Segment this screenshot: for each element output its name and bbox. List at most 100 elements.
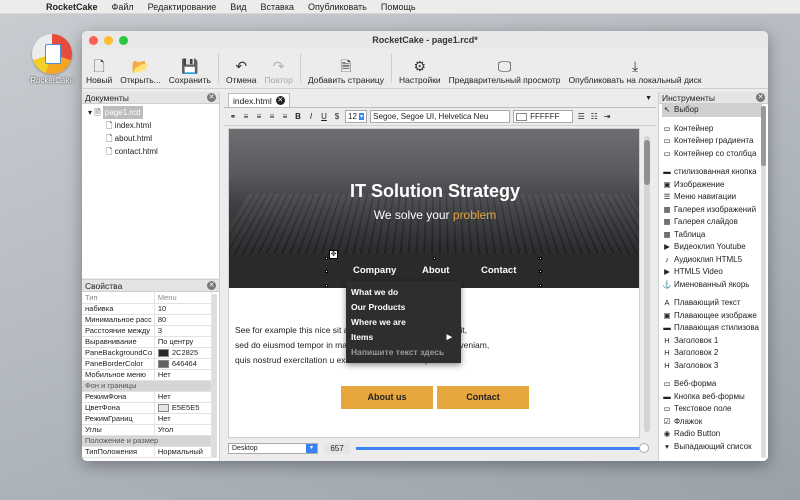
tree-root[interactable]: ▾ 🗎 page1.rcd	[88, 106, 219, 119]
font-family-select[interactable]: Segoe, Segoe UI, Helvetica Neu	[370, 110, 511, 123]
selection-handle[interactable]	[433, 257, 436, 260]
tab-index[interactable]: index.html ✕	[228, 93, 290, 107]
scrollbar-thumb[interactable]	[644, 140, 650, 185]
text-color-picker[interactable]: FFFFFF	[513, 110, 574, 123]
viewport-width-slider[interactable]	[356, 442, 649, 453]
chevron-down-icon[interactable]: ▾	[88, 106, 92, 119]
tool-item[interactable]: ▦ Галерея изображений	[662, 204, 762, 217]
hero-title[interactable]: IT Solution Strategy	[229, 181, 639, 202]
open-button[interactable]: 📂 Открыть...	[116, 57, 164, 85]
tool-item[interactable]: A Плавающий текст	[662, 297, 762, 310]
tool-item[interactable]: ◉ Radio Button	[662, 428, 762, 441]
property-row[interactable]: ЦветФона E5E5E5	[82, 402, 213, 414]
scrollbar-thumb[interactable]	[761, 106, 766, 166]
property-row[interactable]: Минимальное расс 80	[82, 314, 213, 326]
tool-item[interactable]: ▭ Контейнер	[662, 123, 762, 136]
tool-item[interactable]: ⚓ Именованный якорь	[662, 279, 762, 292]
nav-item-company[interactable]: Company	[353, 265, 396, 276]
tool-item[interactable]: ♪ Аудиоклип HTML5	[662, 254, 762, 267]
dropdown-item[interactable]: Where we are	[351, 315, 456, 330]
menu-edit[interactable]: Редактирование	[148, 2, 217, 12]
indent-icon[interactable]: ⇥	[602, 112, 612, 121]
align-justify-icon[interactable]: ≡	[280, 112, 290, 121]
tool-item[interactable]: H Заголовок 2	[662, 347, 762, 360]
new-button[interactable]: 🗋 Новый	[82, 57, 116, 85]
selection-handle[interactable]	[539, 284, 542, 287]
color-swatch[interactable]	[157, 349, 169, 357]
hero-section[interactable]: IT Solution Strategy We solve your probl…	[229, 129, 639, 254]
desktop-app-icon[interactable]: RocketCake	[28, 34, 76, 85]
chevron-down-icon[interactable]: ▼	[645, 95, 652, 102]
add-page-button[interactable]: 🗎 Добавить страницу	[304, 57, 388, 85]
properties-scrollbar[interactable]	[212, 294, 217, 458]
menu-view[interactable]: Вид	[230, 2, 246, 12]
bold-icon[interactable]: B	[293, 112, 303, 121]
menu-insert[interactable]: Вставка	[261, 2, 294, 12]
menu-help[interactable]: Помощь	[381, 2, 416, 12]
property-row[interactable]: Расстояние между 3	[82, 325, 213, 337]
color-swatch[interactable]	[157, 360, 169, 368]
nav-item-contact[interactable]: Contact	[481, 265, 516, 276]
tool-item[interactable]: ☑ Флажок	[662, 416, 762, 429]
underline-icon[interactable]: U	[319, 112, 329, 121]
menu-file[interactable]: Файл	[112, 2, 134, 12]
selection-handle[interactable]	[325, 284, 328, 287]
tool-item[interactable]: ▭ Контейнер градиента	[662, 135, 762, 148]
property-row[interactable]: РежимГраниц Нет	[82, 413, 213, 425]
dollar-icon[interactable]: $	[332, 112, 342, 121]
menu-app-name[interactable]: RocketCake	[46, 2, 98, 12]
link-icon[interactable]: ⚭	[228, 112, 238, 121]
title-bar[interactable]: RocketCake - page1.rcd*	[82, 31, 768, 49]
property-row[interactable]: РежимФона Нет	[82, 391, 213, 403]
move-handle-icon[interactable]: ✥	[329, 250, 338, 259]
property-row[interactable]: Мобильное меню Нет	[82, 369, 213, 381]
property-section[interactable]: Положение и размер	[82, 435, 212, 447]
property-row[interactable]: Углы Угол	[82, 424, 213, 436]
color-swatch[interactable]	[157, 404, 169, 412]
tool-item[interactable]: H Заголовок 1	[662, 335, 762, 348]
undo-button[interactable]: ↶ Отмена	[222, 57, 261, 85]
dropdown-placeholder[interactable]: Напишите текст здесь	[351, 345, 456, 360]
preview-button[interactable]: 🖵 Предварительный просмотр	[445, 57, 565, 85]
tool-item[interactable]: ▶ Видеоклип Youtube	[662, 241, 762, 254]
publish-button[interactable]: ⤓ Опубликовать на локальный диск	[565, 57, 706, 85]
design-canvas[interactable]: IT Solution Strategy We solve your probl…	[228, 128, 640, 438]
align-left-icon[interactable]: ≡	[241, 112, 251, 121]
property-row[interactable]: PaneBackgroundCo 2C2825	[82, 347, 213, 359]
tool-item[interactable]: ▦ Таблица	[662, 229, 762, 242]
canvas-scrollbar[interactable]	[644, 136, 650, 432]
numbered-list-icon[interactable]: ☷	[589, 112, 599, 121]
tree-item-index[interactable]: 🗋 index.html	[88, 119, 219, 132]
menu-publish[interactable]: Опубликовать	[308, 2, 367, 12]
tool-item[interactable]: ▬ Кнопка веб-формы	[662, 391, 762, 404]
tool-item[interactable]: ☰ Меню навигации	[662, 191, 762, 204]
tools-scrollbar[interactable]	[761, 106, 766, 458]
close-panel-icon[interactable]: ✕	[207, 93, 216, 102]
align-center-icon[interactable]: ≡	[254, 112, 264, 121]
align-right-icon[interactable]: ≡	[267, 112, 277, 121]
viewport-select[interactable]: Desktop ▾	[228, 442, 318, 454]
tool-item[interactable]: H Заголовок 3	[662, 360, 762, 373]
close-tab-icon[interactable]: ✕	[275, 96, 285, 105]
contact-button[interactable]: Contact	[437, 386, 529, 409]
tool-item[interactable]: ▬ стилизованная кнопка	[662, 166, 762, 179]
nav-item-about[interactable]: About	[422, 265, 449, 276]
dropdown-item[interactable]: Our Products	[351, 300, 456, 315]
tool-item[interactable]: ▦ Галерея слайдов	[662, 216, 762, 229]
tool-item[interactable]: ▭ Контейнер со столбца	[662, 148, 762, 161]
italic-icon[interactable]: I	[306, 112, 316, 121]
tool-item[interactable]: ▣ Плавающее изображе	[662, 310, 762, 323]
tool-item[interactable]: ▭ Веб-форма	[662, 378, 762, 391]
property-section[interactable]: Фон и границы	[82, 380, 212, 392]
save-button[interactable]: 💾 Сохранить	[165, 57, 215, 85]
tool-item[interactable]: ▬ Плавающая стилизова	[662, 322, 762, 335]
selection-handle[interactable]	[539, 257, 542, 260]
slider-handle[interactable]	[639, 442, 649, 453]
settings-button[interactable]: ⚙ Настройки	[395, 57, 445, 85]
tool-item[interactable]: ▾ Выпадающий список	[662, 441, 762, 454]
viewport-width[interactable]: 657	[324, 442, 350, 454]
close-panel-icon[interactable]: ✕	[756, 93, 765, 102]
tool-item[interactable]: ▶ HTML5 Video	[662, 266, 762, 279]
tool-item[interactable]: ↖ Выбор	[662, 104, 762, 117]
tree-item-contact[interactable]: 🗋 contact.html	[88, 145, 219, 158]
